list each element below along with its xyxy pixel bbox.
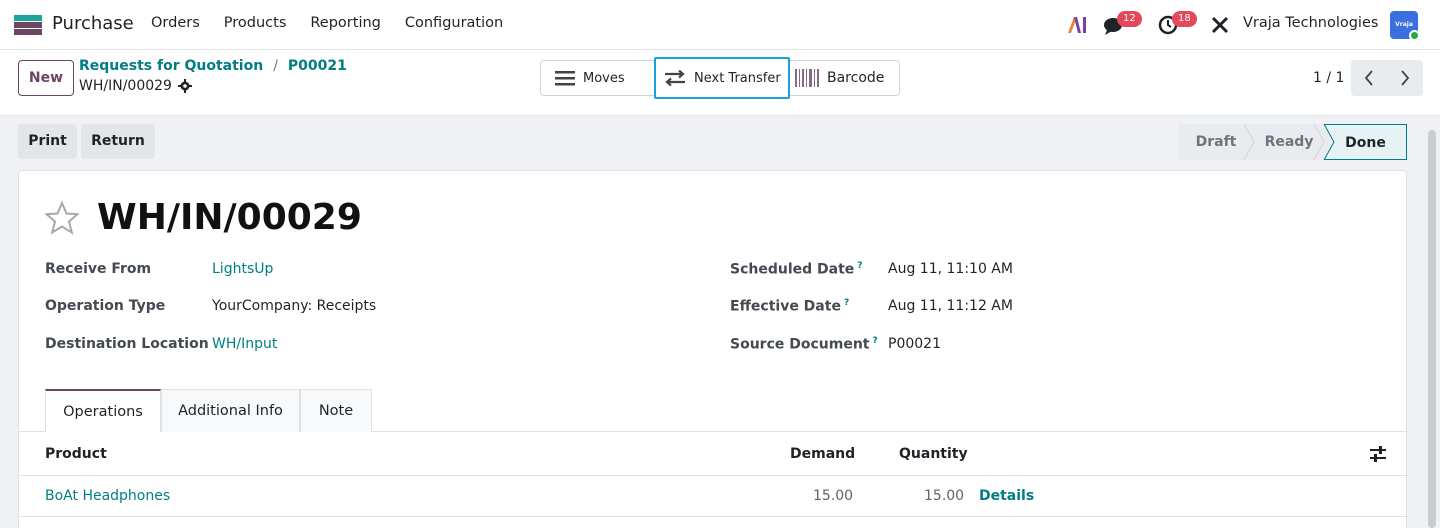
status-ready[interactable]: Ready (1254, 124, 1324, 160)
status-done[interactable]: Done (1324, 124, 1407, 160)
row-details-link[interactable]: Details (979, 488, 1034, 504)
transfer-arrows-icon (665, 70, 685, 86)
company-switcher[interactable]: Vraja Technologies (1243, 15, 1378, 31)
help-icon[interactable]: ? (844, 298, 849, 308)
moves-label: Moves (583, 70, 625, 86)
record-title: WH/IN/00029 (97, 197, 362, 238)
scrollbar[interactable] (1428, 130, 1436, 528)
chevron-left-icon (1364, 70, 1373, 86)
record-name: WH/IN/00029 (79, 78, 192, 94)
tab-operations[interactable]: Operations (45, 389, 161, 432)
scheduled-date-label-text: Scheduled Date (730, 261, 855, 278)
destination-location-value[interactable]: WH/Input (212, 336, 277, 352)
menu-configuration[interactable]: Configuration (405, 15, 503, 31)
help-icon[interactable]: ? (857, 261, 862, 271)
table-row[interactable]: BoAt Headphones 15.00 15.00 Details (19, 476, 1408, 517)
return-button[interactable]: Return (81, 124, 155, 159)
chat-count-badge: 12 (1117, 11, 1142, 27)
app-name[interactable]: Purchase (52, 13, 134, 34)
row-product[interactable]: BoAt Headphones (45, 488, 170, 504)
receive-from-label: Receive From (45, 261, 152, 277)
purchase-app-icon[interactable] (14, 15, 42, 35)
top-navbar: Purchase Orders Products Reporting Confi… (0, 0, 1440, 50)
effective-date-value[interactable]: Aug 11, 11:12 AM (888, 298, 1013, 314)
breadcrumb-separator: / (273, 58, 278, 74)
barcode-button[interactable]: Barcode (791, 61, 899, 95)
status-draft[interactable]: Draft (1178, 124, 1254, 160)
operation-type-value[interactable]: YourCompany: Receipts (212, 298, 376, 314)
effective-date-label-text: Effective Date (730, 298, 841, 315)
online-status-icon (1409, 30, 1420, 41)
activity-count-badge: 18 (1172, 11, 1197, 27)
status-bar: Draft Ready Done (1178, 124, 1407, 160)
source-document-label-text: Source Document (730, 336, 870, 353)
source-document-label: Source Document? (730, 336, 878, 353)
next-transfer-label: Next Transfer (694, 70, 781, 86)
barcode-icon (795, 69, 819, 87)
menu-orders[interactable]: Orders (151, 15, 200, 31)
chevron-right-icon (1401, 70, 1410, 86)
scheduled-date-value[interactable]: Aug 11, 11:10 AM (888, 261, 1013, 277)
effective-date-label: Effective Date? (730, 298, 849, 315)
destination-location-label: Destination Location (45, 336, 209, 352)
main-menu: Orders Products Reporting Configuration (151, 15, 527, 31)
tab-additional-info[interactable]: Additional Info (161, 389, 300, 432)
new-button[interactable]: New (18, 60, 74, 96)
operation-type-label: Operation Type (45, 298, 166, 314)
record-name-text: WH/IN/00029 (79, 78, 172, 94)
help-icon[interactable]: ? (873, 336, 878, 346)
scheduled-date-label: Scheduled Date? (730, 261, 863, 278)
breadcrumb-rfq[interactable]: Requests for Quotation (79, 58, 263, 74)
list-icon (555, 71, 575, 86)
smart-buttons: Moves Next Transfer Barcode (540, 57, 900, 99)
row-quantity[interactable]: 15.00 (924, 488, 964, 504)
pager-previous-button[interactable] (1351, 60, 1387, 96)
star-icon[interactable] (45, 201, 79, 235)
next-transfer-button[interactable]: Next Transfer (654, 57, 790, 99)
pager-next-button[interactable] (1387, 60, 1423, 96)
column-settings-icon[interactable] (1369, 445, 1387, 463)
source-document-value[interactable]: P00021 (888, 336, 941, 352)
notebook-tabs: Operations Additional Info Note (45, 389, 372, 432)
column-quantity[interactable]: Quantity (899, 446, 968, 462)
receive-from-value[interactable]: LightsUp (212, 261, 273, 277)
control-panel: New Requests for Quotation / P00021 WH/I… (0, 50, 1440, 116)
gear-icon[interactable] (177, 79, 192, 93)
menu-reporting[interactable]: Reporting (310, 15, 381, 31)
tools-icon[interactable] (1210, 15, 1230, 35)
form-sheet: WH/IN/00029 Receive From LightsUp Operat… (18, 170, 1408, 528)
tab-note[interactable]: Note (300, 389, 372, 432)
barcode-label: Barcode (827, 70, 885, 86)
menu-products[interactable]: Products (224, 15, 287, 31)
print-button[interactable]: Print (18, 124, 77, 159)
ai-icon[interactable] (1066, 14, 1088, 36)
table-header: Product Demand Quantity (19, 432, 1408, 476)
column-demand[interactable]: Demand (790, 446, 855, 462)
row-demand: 15.00 (813, 488, 854, 504)
column-product[interactable]: Product (45, 446, 107, 462)
moves-button[interactable]: Moves (541, 61, 655, 95)
breadcrumb-po[interactable]: P00021 (288, 58, 347, 74)
breadcrumb: Requests for Quotation / P00021 (79, 58, 347, 74)
pager-value[interactable]: 1 / 1 (1313, 70, 1344, 86)
